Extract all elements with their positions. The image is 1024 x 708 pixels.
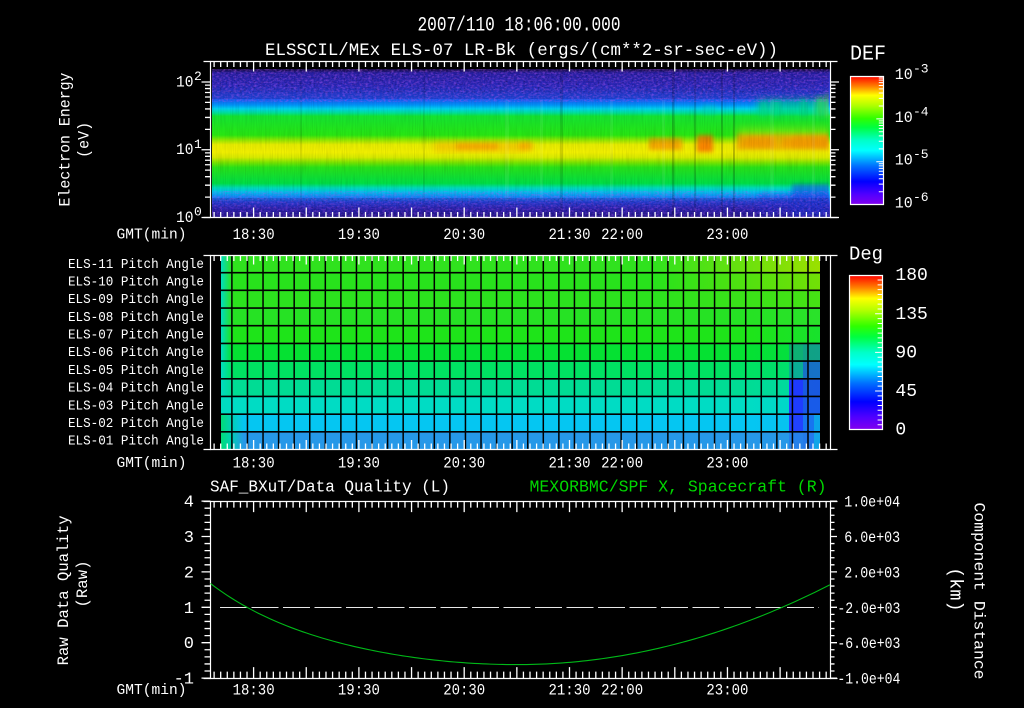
svg-text:10: 10 bbox=[176, 74, 194, 92]
svg-text:0: 0 bbox=[895, 421, 906, 441]
svg-text:23:00: 23:00 bbox=[706, 226, 748, 244]
svg-text:2: 2 bbox=[184, 564, 194, 583]
svg-text:MEXORBMC/SPF X, Spacecraft (R): MEXORBMC/SPF X, Spacecraft (R) bbox=[530, 479, 827, 498]
svg-text:90: 90 bbox=[895, 343, 917, 363]
svg-text:18:30: 18:30 bbox=[233, 226, 275, 244]
svg-text:22:00: 22:00 bbox=[601, 226, 643, 244]
svg-text:45: 45 bbox=[895, 382, 917, 402]
svg-text:19:30: 19:30 bbox=[338, 455, 380, 473]
svg-text:3: 3 bbox=[184, 529, 194, 548]
svg-text:21:30: 21:30 bbox=[549, 455, 591, 473]
svg-text:-3: -3 bbox=[913, 62, 929, 77]
svg-text:10: 10 bbox=[176, 209, 194, 227]
svg-text:10: 10 bbox=[176, 141, 194, 159]
svg-text:10: 10 bbox=[895, 66, 913, 84]
svg-text:20:30: 20:30 bbox=[443, 682, 485, 700]
svg-text:180: 180 bbox=[895, 266, 927, 286]
svg-text:Deg: Deg bbox=[849, 244, 883, 266]
svg-text:ELS-06 Pitch Angle: ELS-06 Pitch Angle bbox=[68, 345, 204, 361]
svg-text:2.0e+03: 2.0e+03 bbox=[844, 564, 900, 582]
svg-text:-5: -5 bbox=[913, 147, 929, 162]
svg-text:-6.0e+03: -6.0e+03 bbox=[837, 635, 900, 653]
svg-text:19:30: 19:30 bbox=[338, 682, 380, 700]
svg-text:21:30: 21:30 bbox=[549, 226, 591, 244]
svg-text:20:30: 20:30 bbox=[443, 226, 485, 244]
svg-text:-1.0e+04: -1.0e+04 bbox=[837, 671, 900, 689]
svg-text:-6: -6 bbox=[913, 190, 929, 205]
svg-text:-4: -4 bbox=[913, 104, 929, 119]
svg-text:Electron Energy: Electron Energy bbox=[57, 72, 75, 206]
svg-text:GMT(min): GMT(min) bbox=[117, 455, 187, 472]
svg-text:20:30: 20:30 bbox=[443, 455, 485, 473]
svg-text:ELS-09 Pitch Angle: ELS-09 Pitch Angle bbox=[68, 292, 204, 308]
svg-text:GMT(min): GMT(min) bbox=[117, 226, 187, 243]
svg-text:(Raw): (Raw) bbox=[74, 561, 92, 608]
svg-text:(km): (km) bbox=[945, 567, 966, 611]
svg-text:18:30: 18:30 bbox=[233, 455, 275, 473]
svg-text:ELS-02 Pitch Angle: ELS-02 Pitch Angle bbox=[68, 416, 204, 432]
svg-text:ELS-03 Pitch Angle: ELS-03 Pitch Angle bbox=[68, 398, 204, 414]
svg-text:4: 4 bbox=[184, 494, 194, 513]
svg-text:22:00: 22:00 bbox=[601, 682, 643, 700]
svg-text:ELS-10 Pitch Angle: ELS-10 Pitch Angle bbox=[68, 275, 204, 291]
svg-text:10: 10 bbox=[895, 195, 913, 213]
svg-text:0: 0 bbox=[184, 635, 194, 654]
svg-text:18:30: 18:30 bbox=[233, 682, 275, 700]
svg-text:22:00: 22:00 bbox=[601, 455, 643, 473]
svg-text:19:30: 19:30 bbox=[338, 226, 380, 244]
svg-text:23:00: 23:00 bbox=[706, 682, 748, 700]
svg-text:GMT(min): GMT(min) bbox=[117, 682, 187, 699]
svg-text:ELS-07 Pitch Angle: ELS-07 Pitch Angle bbox=[68, 328, 204, 344]
svg-text:1.0e+04: 1.0e+04 bbox=[844, 494, 900, 512]
svg-text:21:30: 21:30 bbox=[549, 682, 591, 700]
svg-text:ELS-08 Pitch Angle: ELS-08 Pitch Angle bbox=[68, 310, 204, 326]
svg-text:ELS-11 Pitch Angle: ELS-11 Pitch Angle bbox=[68, 257, 204, 273]
svg-text:135: 135 bbox=[895, 305, 927, 325]
svg-text:-2.0e+03: -2.0e+03 bbox=[837, 600, 900, 618]
svg-text:ELS-05 Pitch Angle: ELS-05 Pitch Angle bbox=[68, 363, 204, 379]
svg-text:10: 10 bbox=[895, 152, 913, 170]
svg-text:ELS-01 Pitch Angle: ELS-01 Pitch Angle bbox=[68, 434, 204, 450]
svg-text:2: 2 bbox=[194, 69, 202, 84]
svg-text:ELS-04 Pitch Angle: ELS-04 Pitch Angle bbox=[68, 381, 204, 397]
svg-text:10: 10 bbox=[895, 109, 913, 127]
svg-text:ELSSCIL/MEx ELS-07 LR-Bk (erg: ELSSCIL/MEx ELS-07 LR-Bk (ergs/(cm**2-sr… bbox=[265, 41, 778, 61]
svg-text:1: 1 bbox=[184, 600, 194, 619]
svg-text:1: 1 bbox=[194, 137, 202, 152]
svg-text:Raw Data Quality: Raw Data Quality bbox=[55, 515, 73, 665]
svg-text:0: 0 bbox=[194, 205, 202, 220]
svg-text:(eV): (eV) bbox=[76, 122, 94, 158]
svg-text:6.0e+03: 6.0e+03 bbox=[844, 529, 900, 547]
svg-text:2007/110 18:06:00.000: 2007/110 18:06:00.000 bbox=[418, 15, 621, 38]
svg-text:23:00: 23:00 bbox=[706, 455, 748, 473]
svg-text:Component Distance: Component Distance bbox=[970, 503, 988, 680]
svg-text:DEF: DEF bbox=[850, 44, 886, 67]
svg-text:SAF_BXuT/Data Quality (L): SAF_BXuT/Data Quality (L) bbox=[210, 479, 450, 498]
